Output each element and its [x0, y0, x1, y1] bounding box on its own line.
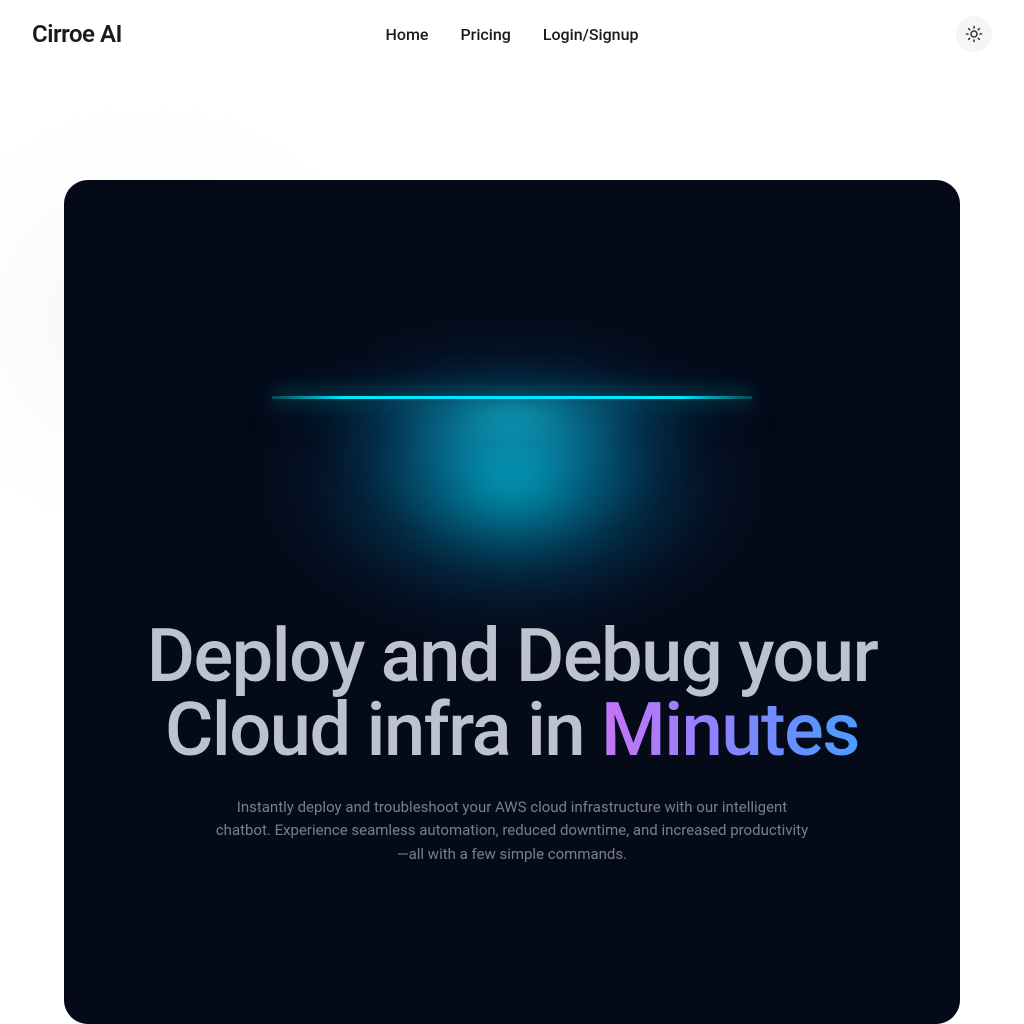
- theme-toggle-button[interactable]: [956, 16, 992, 52]
- brand-logo[interactable]: Cirroe AI: [32, 20, 122, 48]
- headline-line2-prefix: Cloud infra in: [165, 687, 601, 774]
- header: Cirroe AI Home Pricing Login/Signup: [0, 0, 1024, 68]
- hero-subtext: Instantly deploy and troubleshoot your A…: [212, 796, 812, 866]
- main-nav: Home Pricing Login/Signup: [386, 25, 639, 44]
- hero-headline: Deploy and Debug your Cloud infra in Min…: [102, 620, 922, 768]
- nav-pricing[interactable]: Pricing: [460, 25, 510, 44]
- sun-icon: [965, 25, 983, 43]
- hero-section: Deploy and Debug your Cloud infra in Min…: [0, 180, 1024, 1024]
- hero-card: Deploy and Debug your Cloud infra in Min…: [64, 180, 960, 1024]
- headline-accent: Minutes: [601, 687, 859, 774]
- hero-content: Deploy and Debug your Cloud infra in Min…: [64, 180, 960, 866]
- nav-home[interactable]: Home: [386, 25, 429, 44]
- nav-login[interactable]: Login/Signup: [543, 25, 639, 44]
